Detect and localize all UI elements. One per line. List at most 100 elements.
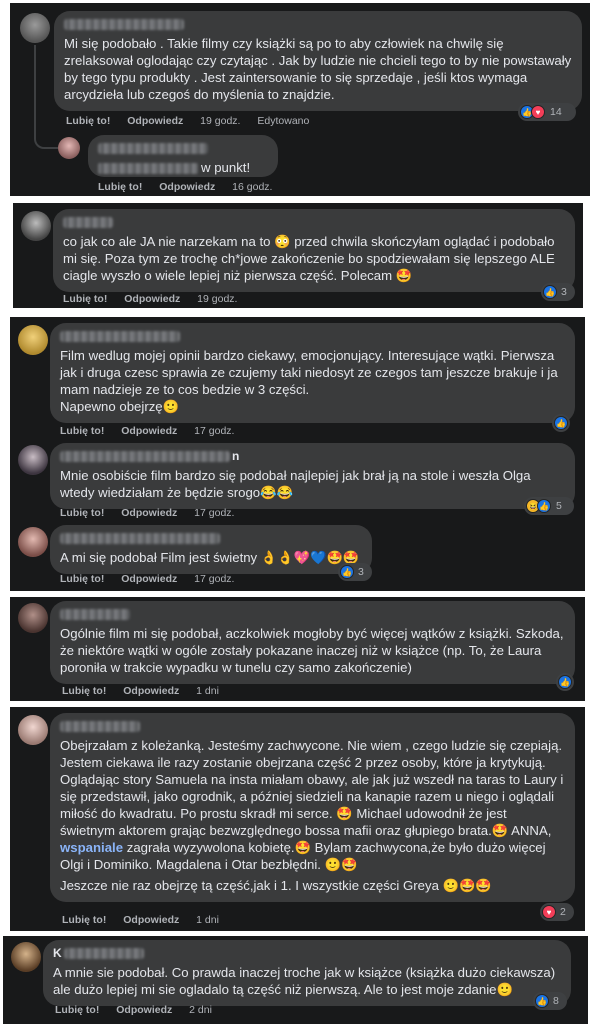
avatar[interactable]: [18, 325, 48, 355]
like-reaction-icon: 👍: [558, 675, 572, 689]
reaction-count: 14: [550, 106, 562, 118]
comment-bubble: A mi się podobał Film jest świetny 👌👌💖💙🤩…: [50, 525, 372, 574]
reply-button[interactable]: Odpowiedz: [123, 914, 179, 926]
timestamp[interactable]: 16 godz.: [232, 181, 272, 193]
like-reaction-icon: 👍: [537, 499, 551, 513]
timestamp[interactable]: 1 dni: [196, 914, 219, 926]
reply-button[interactable]: Odpowiedz: [127, 115, 183, 127]
reply-button[interactable]: Odpowiedz: [121, 425, 177, 437]
author-name-redacted[interactable]: [63, 217, 113, 228]
like-button[interactable]: Lubię to!: [66, 115, 110, 127]
author-name-redacted[interactable]: [60, 721, 140, 732]
timestamp[interactable]: 19 godz.: [197, 293, 237, 305]
timestamp[interactable]: 2 dni: [189, 1004, 212, 1016]
comment-panel-6: K A mnie sie podobał. Co prawda inaczej …: [3, 936, 588, 1024]
author-name-redacted[interactable]: [60, 533, 220, 544]
avatar[interactable]: [58, 137, 80, 159]
heart-reaction-icon: ♥: [542, 905, 556, 919]
reply-button[interactable]: Odpowiedz: [124, 293, 180, 305]
hashtag-link[interactable]: wspaniale: [60, 840, 123, 855]
like-button[interactable]: Lubię to!: [98, 181, 142, 193]
comment-panel-4: Ogólnie film mi się podobał, aczkolwiek …: [10, 597, 585, 701]
reply-button[interactable]: Odpowiedz: [121, 507, 177, 519]
author-name-redacted[interactable]: [60, 331, 180, 342]
comment-actions: Lubię to! Odpowiedz 19 godz.: [63, 293, 237, 305]
like-reaction-icon: 👍: [543, 285, 557, 299]
comment-actions: Lubię to! Odpowiedz 17 godz.: [60, 425, 234, 437]
avatar[interactable]: [18, 715, 48, 745]
reaction-count: 3: [358, 566, 364, 578]
timestamp[interactable]: 1 dni: [196, 685, 219, 697]
comment-text-part: Obejrzałam z koleżanką. Jesteśmy zachwyc…: [60, 738, 564, 838]
reaction-summary[interactable]: 👍 3: [338, 563, 372, 581]
reaction-summary[interactable]: 👍 ♥ 14: [518, 103, 576, 121]
reaction-summary[interactable]: 👍: [556, 673, 574, 691]
timestamp[interactable]: 17 godz.: [194, 573, 234, 585]
reaction-count: 8: [553, 995, 559, 1007]
avatar[interactable]: [21, 211, 51, 241]
author-name-redacted[interactable]: [60, 609, 130, 620]
avatar[interactable]: [18, 527, 48, 557]
comment-text: Obejrzałam z koleżanką. Jesteśmy zachwyc…: [60, 737, 565, 873]
comment-text: A mnie sie podobał. Co prawda inaczej tr…: [53, 965, 556, 997]
comment-panel-2: co jak co ale JA nie narzekam na to 😳 pr…: [13, 203, 583, 308]
reply-actions: Lubię to! Odpowiedz 16 godz.: [98, 181, 272, 193]
reaction-summary[interactable]: 😆 👍 5: [524, 497, 574, 515]
author-name-suffix[interactable]: n: [232, 448, 239, 465]
comment-text-line: Jeszcze nie raz obejrzę tą część,jak i 1…: [60, 878, 492, 893]
comment-actions: Lubię to! Odpowiedz 17 godz.: [60, 507, 234, 519]
reply-bubble: w punkt!: [88, 135, 278, 177]
like-button[interactable]: Lubię to!: [60, 507, 104, 519]
comment-text-line: Napewno obejrzę🙂: [60, 399, 180, 414]
comment-text: Mi się podobało . Takie filmy czy książk…: [64, 36, 572, 102]
comment-panel-1: Mi się podobało . Takie filmy czy książk…: [10, 3, 590, 196]
like-button[interactable]: Lubię to!: [63, 293, 107, 305]
author-name-redacted[interactable]: [64, 19, 184, 30]
author-name-redacted[interactable]: [60, 451, 230, 462]
heart-reaction-icon: ♥: [531, 105, 545, 119]
timestamp[interactable]: 19 godz.: [200, 115, 240, 127]
like-button[interactable]: Lubię to!: [62, 914, 106, 926]
reply-button[interactable]: Odpowiedz: [159, 181, 215, 193]
comment-bubble: K A mnie sie podobał. Co prawda inaczej …: [43, 940, 571, 1006]
comment-text: co jak co ale JA nie narzekam na to 😳 pr…: [63, 234, 555, 283]
avatar[interactable]: [11, 942, 41, 972]
comment-actions: Lubię to! Odpowiedz 1 dni: [62, 914, 219, 926]
timestamp[interactable]: 17 godz.: [194, 507, 234, 519]
avatar[interactable]: [18, 603, 48, 633]
reply-button[interactable]: Odpowiedz: [121, 573, 177, 585]
author-name-redacted[interactable]: [63, 948, 144, 959]
comment-text-part: ANNA,: [511, 823, 552, 838]
comment-actions: Lubię to! Odpowiedz 1 dni: [62, 685, 219, 697]
reaction-summary[interactable]: 👍 3: [541, 283, 575, 301]
comment-text: Ogólnie film mi się podobał, aczkolwiek …: [60, 626, 564, 675]
comment-text: Film wedlug mojej opinii bardzo ciekawy,…: [60, 348, 558, 397]
comment-actions: Lubię to! Odpowiedz 2 dni: [55, 1004, 212, 1016]
reply-button[interactable]: Odpowiedz: [123, 685, 179, 697]
comment-panel-5: Obejrzałam z koleżanką. Jesteśmy zachwyc…: [10, 707, 585, 931]
author-name-prefix[interactable]: K: [53, 945, 62, 962]
comment-bubble: Ogólnie film mi się podobał, aczkolwiek …: [50, 601, 575, 684]
reply-text: w punkt!: [201, 160, 251, 175]
comment-actions: Lubię to! Odpowiedz 17 godz.: [60, 573, 234, 585]
reply-button[interactable]: Odpowiedz: [116, 1004, 172, 1016]
comment-text: Mnie osobiście film bardzo się podobał n…: [60, 468, 531, 500]
avatar[interactable]: [20, 13, 50, 43]
avatar[interactable]: [18, 445, 48, 475]
reaction-summary[interactable]: 👍 8: [533, 992, 567, 1010]
like-button[interactable]: Lubię to!: [55, 1004, 99, 1016]
thread-line: [34, 45, 58, 149]
comment-panel-3: Film wedlug mojej opinii bardzo ciekawy,…: [10, 317, 585, 591]
comment-text: A mi się podobał Film jest świetny 👌👌💖💙🤩…: [60, 550, 360, 565]
like-button[interactable]: Lubię to!: [60, 425, 104, 437]
comment-actions: Lubię to! Odpowiedz 19 godz. Edytowano: [66, 115, 309, 127]
like-button[interactable]: Lubię to!: [62, 685, 106, 697]
like-button[interactable]: Lubię to!: [60, 573, 104, 585]
reaction-summary[interactable]: 👍: [552, 414, 570, 432]
timestamp[interactable]: 17 godz.: [194, 425, 234, 437]
reaction-count: 3: [561, 286, 567, 298]
reaction-summary[interactable]: ♥ 2: [540, 903, 574, 921]
like-reaction-icon: 👍: [554, 416, 568, 430]
author-name-redacted[interactable]: [98, 143, 208, 154]
mention-redacted[interactable]: [98, 163, 198, 175]
